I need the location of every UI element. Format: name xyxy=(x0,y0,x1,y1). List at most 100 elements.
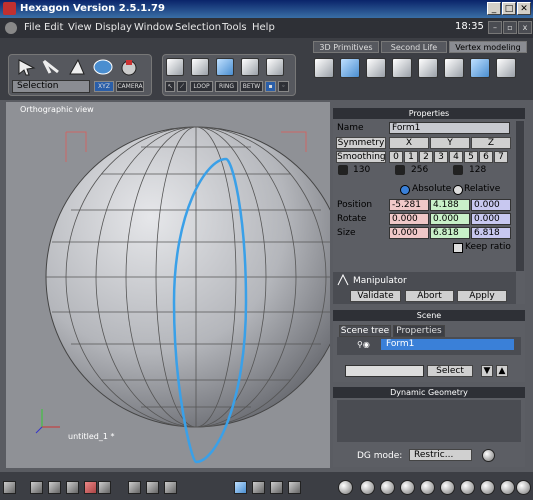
select-field[interactable] xyxy=(345,365,424,377)
tab-scene-properties[interactable]: Properties xyxy=(393,325,445,337)
menu-window[interactable]: Window xyxy=(134,22,173,33)
edge-mode-icon[interactable] xyxy=(216,58,234,76)
split-view-icon[interactable] xyxy=(66,481,79,494)
shading-flat-icon[interactable] xyxy=(380,480,395,495)
weld-icon[interactable] xyxy=(418,58,438,78)
menu-edit[interactable]: Edit xyxy=(44,22,63,33)
rotate-x[interactable]: 0.000 xyxy=(389,213,429,225)
menu-display[interactable]: Display xyxy=(95,22,132,33)
smoothing-button[interactable]: Smoothing xyxy=(336,151,386,163)
zoom-extents-icon[interactable] xyxy=(128,481,141,494)
relative-radio[interactable] xyxy=(453,185,463,195)
menu-view[interactable]: View xyxy=(68,22,92,33)
tab-3d-primitives[interactable]: 3D Primitives xyxy=(313,41,379,53)
smooth-1[interactable]: 1 xyxy=(404,151,418,163)
minimize-button[interactable]: _ xyxy=(487,2,501,15)
position-y[interactable]: 4.188 xyxy=(430,199,470,211)
position-x[interactable]: -5.281 xyxy=(389,199,429,211)
magnet-icon[interactable] xyxy=(118,57,140,77)
vertex-mode-icon[interactable] xyxy=(241,58,259,76)
lasso-edge-icon[interactable]: ⟋ xyxy=(177,81,187,92)
shading-light-icon[interactable] xyxy=(460,480,475,495)
shading-ambient-icon[interactable] xyxy=(440,480,455,495)
rotate-z[interactable]: 0.000 xyxy=(471,213,511,225)
loop-button[interactable]: LOOP xyxy=(190,81,213,92)
lasso-icon[interactable] xyxy=(40,57,62,77)
smooth-0[interactable]: 0 xyxy=(389,151,403,163)
menu-file[interactable]: File xyxy=(24,22,41,33)
shading-texture-icon[interactable] xyxy=(420,480,435,495)
dig-icon[interactable] xyxy=(496,58,516,78)
cut-icon[interactable] xyxy=(444,58,464,78)
rotate-y[interactable]: 0.000 xyxy=(430,213,470,225)
move-up-icon[interactable]: ▲ xyxy=(496,365,508,377)
bar-view-icon[interactable] xyxy=(98,481,111,494)
position-z[interactable]: 0.000 xyxy=(471,199,511,211)
dg-mode-dropdown[interactable]: Restric... xyxy=(409,449,472,461)
dg-sphere-icon[interactable] xyxy=(482,449,495,462)
sym-x-button[interactable]: X xyxy=(389,137,429,149)
face-mode-icon[interactable] xyxy=(191,58,209,76)
move-gizmo-icon[interactable] xyxy=(234,481,247,494)
symmetry-button[interactable]: Symmetry xyxy=(336,137,386,149)
shading-render-icon[interactable] xyxy=(500,480,515,495)
keep-ratio-checkbox[interactable] xyxy=(453,243,463,253)
all-components-icon[interactable] xyxy=(266,58,284,76)
name-field[interactable]: Form1 xyxy=(389,122,510,134)
pick-icon[interactable]: ↖ xyxy=(165,81,175,92)
orthographic-viewport[interactable]: Orthographic view untitled_1 * xyxy=(6,102,330,468)
menu-tools[interactable]: Tools xyxy=(222,22,247,33)
tesselate-icon[interactable] xyxy=(340,58,360,78)
quad-view-icon[interactable] xyxy=(48,481,61,494)
visibility-icon[interactable]: ⚲◉ xyxy=(357,340,370,349)
sphere-select-icon[interactable] xyxy=(92,57,114,77)
size-x[interactable]: 0.000 xyxy=(389,227,429,239)
chamfer-icon[interactable] xyxy=(392,58,412,78)
scene-item-selected[interactable]: Form1 xyxy=(381,339,514,350)
orbit-eye-icon[interactable] xyxy=(164,481,177,494)
select-button[interactable]: Select xyxy=(427,365,473,377)
app-minimize-button[interactable]: – xyxy=(488,21,502,34)
close-button[interactable]: ✕ xyxy=(517,2,531,15)
tab-second-life[interactable]: Second Life xyxy=(381,41,447,53)
shading-mixed-icon[interactable] xyxy=(360,480,375,495)
sym-y-button[interactable]: Y xyxy=(430,137,470,149)
shading-shadow-icon[interactable] xyxy=(480,480,495,495)
smooth-7[interactable]: 7 xyxy=(494,151,508,163)
ring-button[interactable]: RING xyxy=(215,81,238,92)
menu-help[interactable]: Help xyxy=(252,22,275,33)
xyz-button[interactable]: XYZ xyxy=(94,81,114,92)
size-y[interactable]: 6.818 xyxy=(430,227,470,239)
grid-layout-icon[interactable] xyxy=(30,481,43,494)
bevel-icon[interactable] xyxy=(366,58,386,78)
menu-selection[interactable]: Selection xyxy=(175,22,221,33)
tab-vertex-modeling[interactable]: Vertex modeling xyxy=(449,41,527,53)
smooth-3[interactable]: 3 xyxy=(434,151,448,163)
absolute-radio[interactable] xyxy=(400,185,410,195)
betw-button[interactable]: BETW xyxy=(240,81,263,92)
shrink-selection-icon[interactable]: ◦ xyxy=(278,81,289,92)
maximize-button[interactable]: □ xyxy=(502,2,516,15)
apply-button[interactable]: Apply xyxy=(457,290,507,302)
universal-gizmo-icon[interactable] xyxy=(288,481,301,494)
single-view-icon[interactable] xyxy=(84,481,97,494)
scale-gizmo-icon[interactable] xyxy=(270,481,283,494)
smooth-4[interactable]: 4 xyxy=(449,151,463,163)
pan-icon[interactable] xyxy=(146,481,159,494)
camera-button[interactable]: CAMERA xyxy=(116,81,144,92)
tab-scene-tree[interactable]: Scene tree xyxy=(339,325,391,337)
move-down-icon[interactable]: ▼ xyxy=(481,365,493,377)
object-mode-icon[interactable] xyxy=(166,58,184,76)
smooth-2[interactable]: 2 xyxy=(419,151,433,163)
shading-smooth-icon[interactable] xyxy=(400,480,415,495)
rotate-gizmo-icon[interactable] xyxy=(252,481,265,494)
abort-button[interactable]: Abort xyxy=(405,290,454,302)
select-arrow-icon[interactable] xyxy=(16,57,38,77)
symmetry-tool-icon[interactable] xyxy=(470,58,490,78)
extrude-icon[interactable] xyxy=(314,58,334,78)
grow-selection-icon[interactable]: ▪ xyxy=(265,81,276,92)
smooth-5[interactable]: 5 xyxy=(464,151,478,163)
size-z[interactable]: 6.818 xyxy=(471,227,511,239)
shading-wire-icon[interactable] xyxy=(338,480,353,495)
selection-mode-dropdown[interactable]: Selection xyxy=(12,80,90,93)
